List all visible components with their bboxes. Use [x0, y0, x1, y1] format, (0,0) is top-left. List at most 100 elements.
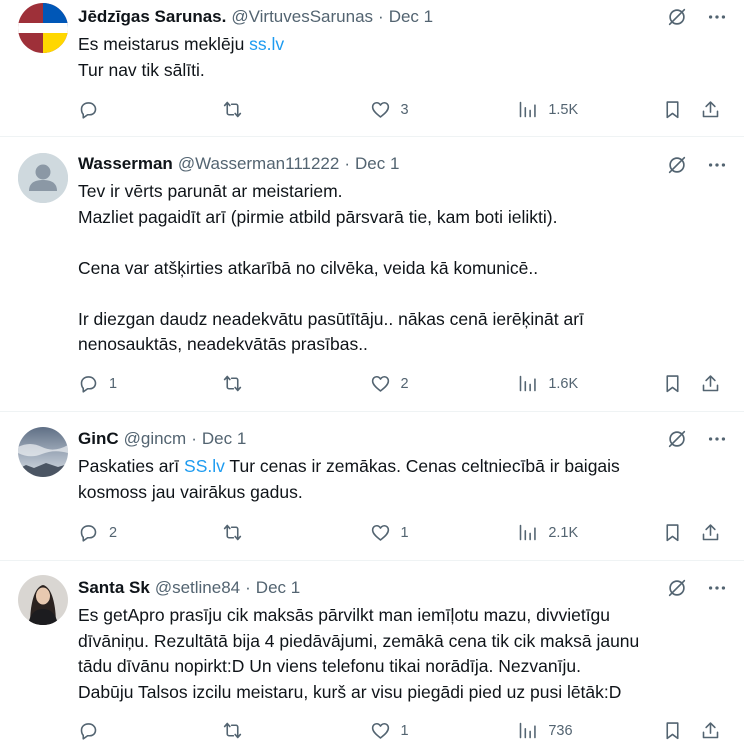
- tweet-action-bar: 1 2 1.6K: [78, 373, 730, 394]
- tweet-item[interactable]: Jēdzīgas Sarunas. @VirtuvesSarunas · Dec…: [0, 0, 744, 137]
- views-button[interactable]: 1.5K: [517, 99, 662, 120]
- reply-icon: [80, 723, 97, 740]
- separator-dot: ·: [245, 578, 251, 597]
- bookmark-icon: [666, 375, 679, 393]
- tweet-link[interactable]: SS.lv: [184, 456, 225, 476]
- flag-avatar-image: [18, 3, 68, 53]
- tweet-text-line: kosmoss jau vairākus gadus.: [78, 481, 303, 502]
- more-icon[interactable]: [706, 577, 728, 599]
- user-handle[interactable]: @gincm: [124, 428, 187, 450]
- tweet-content: GinC @gincm · Dec 1 Paskaties arī SS.lv …: [78, 428, 730, 505]
- tweet-header: Jēdzīgas Sarunas. @VirtuvesSarunas · Dec…: [78, 6, 730, 28]
- retweet-button[interactable]: [222, 99, 370, 120]
- views-button[interactable]: 1.6K: [517, 373, 662, 394]
- tweet-text: Tev ir vērts parunāt ar meistariem. Mazl…: [78, 181, 584, 354]
- views-button[interactable]: 2.1K: [517, 522, 662, 543]
- like-button[interactable]: 3: [370, 99, 518, 120]
- reply-button[interactable]: 2: [78, 522, 222, 543]
- share-icon: [702, 101, 719, 118]
- like-icon: [371, 524, 389, 541]
- display-name[interactable]: GinC: [78, 428, 119, 450]
- views-icon: [520, 722, 537, 739]
- bookmark-button[interactable]: [662, 522, 700, 543]
- default-avatar-image: [18, 153, 68, 203]
- user-handle[interactable]: @VirtuvesSarunas: [231, 6, 373, 28]
- like-button[interactable]: 1: [370, 522, 518, 543]
- views-count: 2.1K: [548, 524, 579, 541]
- like-count: 1: [400, 722, 409, 739]
- bookmark-icon: [666, 722, 679, 740]
- display-name[interactable]: Wasserman: [78, 153, 173, 175]
- user-handle[interactable]: @Wasserman111222: [178, 153, 340, 175]
- tweet-date[interactable]: Dec 1: [202, 428, 246, 450]
- avatar[interactable]: [18, 575, 68, 625]
- retweet-icon: [223, 101, 241, 118]
- tweet-header: Santa Sk @setline84 · Dec 1: [78, 577, 730, 599]
- tweet-content: Santa Sk @setline84 · Dec 1 Es getApro p…: [78, 577, 730, 705]
- more-icon[interactable]: [706, 6, 728, 28]
- reply-count: 1: [109, 375, 118, 392]
- tweet-date[interactable]: Dec 1: [256, 577, 300, 599]
- reply-icon: [80, 525, 97, 542]
- tweet-date[interactable]: Dec 1: [389, 6, 433, 28]
- share-button[interactable]: [700, 522, 730, 543]
- display-name[interactable]: Jēdzīgas Sarunas.: [78, 6, 226, 28]
- reply-button[interactable]: [78, 720, 222, 741]
- grok-icon[interactable]: [666, 6, 688, 28]
- tweet-action-bar: 2 1 2.1K: [78, 522, 730, 543]
- tweet-link[interactable]: ss.lv: [249, 34, 284, 54]
- share-button[interactable]: [700, 99, 730, 120]
- tweet-date[interactable]: Dec 1: [355, 153, 399, 175]
- bookmark-button[interactable]: [662, 373, 700, 394]
- like-button[interactable]: 2: [370, 373, 518, 394]
- tweet-text-line: Es meistarus meklēju: [78, 34, 250, 54]
- tweet-text: Paskaties arī SS.lv Tur cenas ir zemākas…: [78, 454, 730, 505]
- reply-button[interactable]: 1: [78, 373, 222, 394]
- tweet-text-line: Tur nav tik sālīti.: [78, 59, 205, 80]
- share-button[interactable]: [700, 373, 730, 394]
- bookmark-button[interactable]: [662, 99, 700, 120]
- tweet-action-bar: 1 736: [78, 720, 730, 741]
- retweet-button[interactable]: [222, 373, 370, 394]
- avatar[interactable]: [18, 153, 68, 203]
- more-icon[interactable]: [706, 154, 728, 176]
- like-button[interactable]: 1: [370, 720, 518, 741]
- tweet-item[interactable]: Wasserman @Wasserman111222 · Dec 1 Tev i…: [0, 137, 744, 412]
- separator-dot: ·: [344, 154, 351, 173]
- grok-icon[interactable]: [666, 428, 688, 450]
- avatar[interactable]: [18, 427, 68, 477]
- views-icon: [520, 375, 537, 392]
- grok-icon[interactable]: [666, 577, 688, 599]
- reply-count: 2: [109, 524, 118, 541]
- views-count: 1.5K: [548, 101, 579, 118]
- bookmark-button[interactable]: [662, 720, 700, 741]
- grok-icon[interactable]: [666, 154, 688, 176]
- user-handle[interactable]: @setline84: [155, 577, 240, 599]
- like-count: 3: [400, 101, 409, 118]
- separator-dot: ·: [191, 429, 197, 448]
- photo-avatar-image: [18, 575, 68, 625]
- tweet-item[interactable]: Santa Sk @setline84 · Dec 1 Es getApro p…: [0, 561, 744, 755]
- reply-icon: [80, 376, 97, 393]
- retweet-icon: [223, 375, 241, 392]
- separator-dot: ·: [378, 7, 384, 26]
- tweet-text: Es getApro prasīju cik maksās pārvilkt m…: [78, 605, 640, 702]
- display-name[interactable]: Santa Sk: [78, 577, 150, 599]
- reply-button[interactable]: [78, 99, 222, 120]
- retweet-button[interactable]: [222, 720, 370, 741]
- share-button[interactable]: [700, 720, 730, 741]
- retweet-icon: [223, 722, 241, 739]
- reply-feed: Jēdzīgas Sarunas. @VirtuvesSarunas · Dec…: [0, 0, 744, 755]
- views-icon: [520, 524, 537, 541]
- more-icon[interactable]: [706, 428, 728, 450]
- tweet-action-bar: 3 1.5K: [78, 99, 730, 120]
- like-icon: [371, 722, 389, 739]
- retweet-button[interactable]: [222, 522, 370, 543]
- avatar[interactable]: [18, 3, 68, 53]
- share-icon: [702, 524, 719, 541]
- tweet-content: Jēdzīgas Sarunas. @VirtuvesSarunas · Dec…: [78, 6, 730, 83]
- views-button[interactable]: 736: [517, 720, 662, 741]
- tweet-item[interactable]: GinC @gincm · Dec 1 Paskaties arī SS.lv …: [0, 412, 744, 561]
- like-count: 2: [400, 375, 409, 392]
- tweet-text: Es meistarus meklēju ss.lv Tur nav tik s…: [78, 32, 730, 83]
